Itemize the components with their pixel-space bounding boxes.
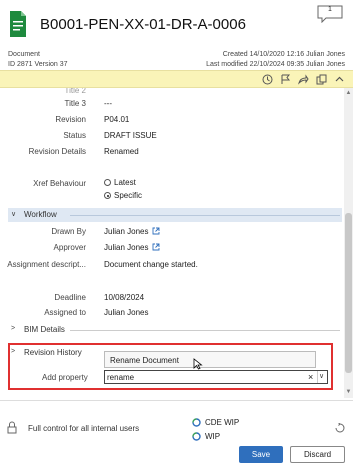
suggestion-rename-document[interactable]: Rename Document <box>110 356 179 365</box>
chevron-down-icon[interactable]: ∨ <box>319 372 324 380</box>
footer-bar: Full control for all internal users CDE … <box>0 400 353 466</box>
xref-specific-label: Specific <box>114 191 143 200</box>
drawn-by-value: Julian Jones <box>104 227 160 236</box>
comment-count: 1 <box>328 6 332 13</box>
document-icon <box>10 11 26 37</box>
title3-value[interactable]: --- <box>104 99 112 108</box>
drawn-by-name[interactable]: Julian Jones <box>104 227 148 236</box>
status-row: Status DRAFT ISSUE <box>0 129 344 143</box>
suggestion-dropdown[interactable]: Rename Document <box>104 351 316 368</box>
revision-row: Revision P04.01 <box>0 113 344 127</box>
approver-name[interactable]: Julian Jones <box>104 243 148 252</box>
save-button[interactable]: Save <box>239 446 283 463</box>
approver-label: Approver <box>53 243 86 252</box>
bim-details-title: BIM Details <box>24 325 65 334</box>
share-icon[interactable] <box>298 74 309 85</box>
chevron-right-icon: > <box>11 325 16 332</box>
deadline-value[interactable]: 10/08/2024 <box>104 293 144 302</box>
radio-circle[interactable] <box>104 179 111 186</box>
status-value[interactable]: DRAFT ISSUE <box>104 131 157 140</box>
xref-latest-label: Latest <box>114 178 136 187</box>
history-icon[interactable] <box>262 74 273 85</box>
document-header: B0001-PEN-XX-01-DR-A-0006 1 Document ID … <box>0 0 353 68</box>
discard-button[interactable]: Discard <box>290 446 345 463</box>
revision-details-value[interactable]: Renamed <box>104 147 139 156</box>
title3-row: Title 3 --- <box>0 97 344 111</box>
document-type: Document <box>8 51 40 58</box>
assigned-to-value[interactable]: Julian Jones <box>104 308 148 317</box>
cycle-icon <box>192 418 201 427</box>
xref-latest-radio[interactable]: Latest <box>104 177 194 189</box>
workflow-section-title: Workflow <box>24 210 57 219</box>
assigned-to-row: Assigned to Julian Jones <box>0 306 344 320</box>
revision-details-row: Revision Details Renamed <box>0 145 344 159</box>
status-label: Status <box>63 131 86 140</box>
workflow-section-header[interactable]: ∨ Workflow <box>8 208 342 222</box>
copy-icon[interactable] <box>316 74 327 85</box>
assignment-label: Assignment descript... <box>7 260 86 269</box>
clear-icon[interactable]: × <box>308 372 313 382</box>
lock-icon <box>7 421 17 434</box>
deadline-row: Deadline 10/08/2024 <box>0 291 344 305</box>
vertical-scrollbar[interactable]: ▲ ▼ <box>344 88 353 398</box>
permission-text: Full control for all internal users <box>28 424 140 433</box>
assignment-value[interactable]: Document change started. <box>104 260 198 269</box>
xref-specific-radio[interactable]: Specific <box>104 190 194 202</box>
action-toolbar <box>0 70 353 88</box>
drawn-by-label: Drawn By <box>51 227 86 236</box>
document-title: B0001-PEN-XX-01-DR-A-0006 <box>40 16 246 33</box>
add-property-input-text[interactable]: rename <box>107 373 134 382</box>
assignment-row: Assignment descript... Document change s… <box>0 258 344 272</box>
scroll-thumb[interactable] <box>345 213 352 373</box>
deadline-label: Deadline <box>54 293 86 302</box>
comments-button[interactable]: 1 <box>317 5 343 24</box>
assigned-to-label: Assigned to <box>44 308 86 317</box>
xref-behaviour-label: Xref Behaviour <box>33 179 86 188</box>
drawn-by-row: Drawn By Julian Jones <box>0 225 344 239</box>
approver-row: Approver Julian Jones <box>0 241 344 255</box>
radio-circle-selected[interactable] <box>104 192 111 199</box>
add-property-input[interactable]: rename × ∨ <box>104 370 328 384</box>
revision-value[interactable]: P04.01 <box>104 115 129 124</box>
state-wip-label: WIP <box>205 432 221 441</box>
external-link-icon[interactable] <box>152 227 160 235</box>
flag-icon[interactable] <box>280 74 291 85</box>
bim-details-section-header[interactable]: > BIM Details <box>8 323 342 337</box>
state-cde-wip-label: CDE WIP <box>205 418 240 427</box>
created-info: Created 14/10/2020 12:16 Julian Jones <box>222 51 345 58</box>
scroll-up-icon[interactable]: ▲ <box>345 90 352 97</box>
mouse-cursor-icon <box>193 358 203 370</box>
document-id-version: ID 2871 Version 37 <box>8 61 68 68</box>
title3-label: Title 3 <box>64 99 87 108</box>
scroll-down-icon[interactable]: ▼ <box>345 389 352 396</box>
revision-label: Revision <box>55 115 86 124</box>
external-link-icon[interactable] <box>152 243 160 251</box>
approver-value: Julian Jones <box>104 243 160 252</box>
refresh-icon[interactable] <box>335 423 345 433</box>
chevron-down-icon: ∨ <box>11 211 17 218</box>
add-property-label: Add property <box>42 373 88 382</box>
revision-details-label: Revision Details <box>28 147 86 156</box>
collapse-icon[interactable] <box>334 74 345 85</box>
cycle-icon <box>192 432 201 441</box>
modified-info: Last modified 22/10/2024 09:35 Julian Jo… <box>206 61 345 68</box>
